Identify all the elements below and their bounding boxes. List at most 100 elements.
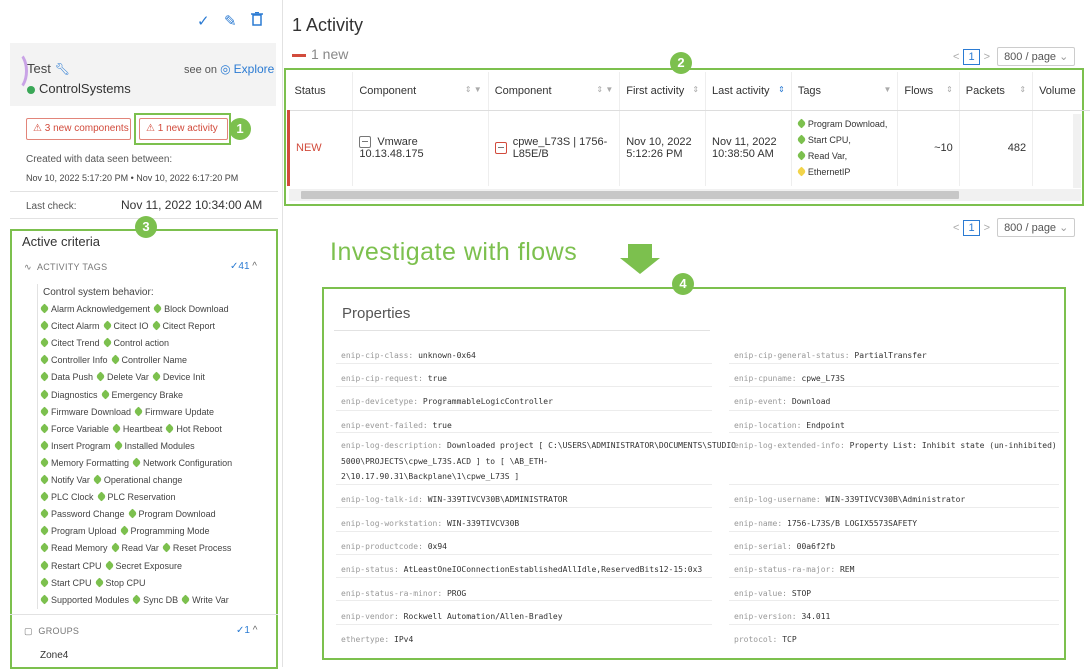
activity-tag[interactable]: Stop CPU xyxy=(96,578,146,588)
per-page-select[interactable]: 800 / page ⌄ xyxy=(997,218,1075,237)
component-cell[interactable]: Vmware 10.13.48.175 xyxy=(353,110,488,186)
activity-tag[interactable]: Force Variable xyxy=(41,424,109,434)
property-item: enip-log-username: WIN-339TIVCV30B\Admin… xyxy=(734,495,965,504)
scrollbar-thumb[interactable] xyxy=(301,191,959,199)
activity-tag[interactable]: Sync DB xyxy=(133,595,178,605)
prev-page-icon[interactable]: < xyxy=(953,222,959,234)
col-component[interactable]: Component⇕ ▼ xyxy=(488,72,620,110)
activity-tag[interactable]: Control action xyxy=(104,338,170,348)
activity-tag[interactable]: Alarm Acknowledgement xyxy=(41,304,150,314)
next-page-icon[interactable]: > xyxy=(984,51,990,63)
activity-tag[interactable]: Supported Modules xyxy=(41,595,129,605)
sort-icon[interactable]: ⇕ xyxy=(946,85,953,94)
page-title: 1 Activity xyxy=(292,15,363,36)
wrench-icon[interactable]: 🔧︎ xyxy=(55,62,70,76)
col-tags[interactable]: Tags▼ xyxy=(791,72,898,110)
page-number[interactable]: 1 xyxy=(963,220,979,236)
packets-cell: 482 xyxy=(959,110,1032,186)
groups-header[interactable]: ▢ GROUPS xyxy=(24,626,79,637)
group-name[interactable]: ControlSystems xyxy=(39,81,131,96)
divider xyxy=(10,191,278,192)
activity-tag[interactable]: Restart CPU xyxy=(41,561,102,571)
activity-tag[interactable]: Installed Modules xyxy=(115,441,195,451)
activity-tag[interactable]: Program Upload xyxy=(41,526,117,536)
activity-tag[interactable]: Data Push xyxy=(41,372,93,382)
groups-count[interactable]: ✓1 ^ xyxy=(236,625,257,636)
check-icon[interactable]: ✓ xyxy=(197,12,210,30)
sort-icon[interactable]: ⇕ xyxy=(778,85,785,94)
pager-top: <1 > 800 / page ⌄ xyxy=(953,47,1075,66)
activity-tag[interactable]: Reset Process xyxy=(163,543,232,553)
property-separator xyxy=(336,484,712,485)
activity-tag[interactable]: Program Download xyxy=(129,509,216,519)
activity-tag[interactable]: PLC Reservation xyxy=(98,492,176,502)
activity-tag[interactable]: PLC Clock xyxy=(41,492,94,502)
activity-tag[interactable]: Programming Mode xyxy=(121,526,210,536)
edit-icon[interactable]: ✎ xyxy=(224,12,237,30)
col-last-activity[interactable]: Last activity⇕ xyxy=(706,72,792,110)
property-item: enip-status: AtLeastOneIOConnectionEstab… xyxy=(341,565,702,574)
activity-tag[interactable]: Insert Program xyxy=(41,441,111,451)
activity-tag[interactable]: Controller Info xyxy=(41,355,108,365)
activity-tag[interactable]: Heartbeat xyxy=(113,424,163,434)
activity-tag[interactable]: Password Change xyxy=(41,509,125,519)
property-key: enip-cip-request: xyxy=(341,374,423,383)
activity-tag[interactable]: Block Download xyxy=(154,304,229,314)
activity-tag[interactable]: Write Var xyxy=(182,595,229,605)
activity-tag[interactable]: Start CPU xyxy=(41,578,92,588)
activity-tag[interactable]: Notify Var xyxy=(41,475,90,485)
activity-tag[interactable]: Citect Trend xyxy=(41,338,100,348)
col-packets[interactable]: Packets⇕ xyxy=(959,72,1032,110)
activity-tags-header[interactable]: ∿ ACTIVITY TAGS xyxy=(24,262,107,273)
horizontal-scrollbar[interactable] xyxy=(289,189,1081,201)
tag-item: Start CPU, xyxy=(798,135,851,145)
activity-tag[interactable]: Hot Reboot xyxy=(166,424,222,434)
activity-tag[interactable]: Secret Exposure xyxy=(106,561,183,571)
sort-filter-icon[interactable]: ⇕ ▼ xyxy=(596,85,613,94)
activity-tag[interactable]: Memory Formatting xyxy=(41,458,129,468)
activity-tag[interactable]: Operational change xyxy=(94,475,183,485)
chevron-up-icon[interactable]: ^ xyxy=(252,261,257,272)
col-status[interactable]: Status xyxy=(289,72,353,110)
activity-tag[interactable]: Citect Alarm xyxy=(41,321,100,331)
next-page-icon[interactable]: > xyxy=(984,222,990,234)
per-page-select[interactable]: 800 / page ⌄ xyxy=(997,47,1075,66)
property-value: IPv4 xyxy=(394,635,413,644)
activity-tag[interactable]: Read Memory xyxy=(41,543,108,553)
col-component[interactable]: Component⇕ ▼ xyxy=(353,72,488,110)
activity-tag[interactable]: Controller Name xyxy=(112,355,188,365)
col-flows[interactable]: Flows⇕ xyxy=(898,72,959,110)
table-row[interactable]: NEW Vmware 10.13.48.175 cpwe_L73S | 1756… xyxy=(289,110,1090,186)
property-item: enip-log-description: Downloaded project… xyxy=(341,441,736,450)
prev-page-icon[interactable]: < xyxy=(953,51,959,63)
page-number[interactable]: 1 xyxy=(963,49,979,65)
chevron-down-icon: ⌄ xyxy=(1059,222,1068,234)
vertical-scrollbar[interactable] xyxy=(1073,114,1081,188)
activity-tag[interactable]: Read Var xyxy=(112,543,159,553)
activity-tag[interactable]: Citect Report xyxy=(153,321,216,331)
sort-filter-icon[interactable]: ⇕ ▼ xyxy=(465,85,482,94)
filter-icon[interactable]: ▼ xyxy=(883,85,891,94)
activity-tag[interactable]: Diagnostics xyxy=(41,390,98,400)
col-first-activity[interactable]: First activity⇕ xyxy=(620,72,706,110)
chevron-up-icon[interactable]: ^ xyxy=(253,625,258,636)
col-volume[interactable]: Volume xyxy=(1033,72,1090,110)
groups-count-value: ✓1 xyxy=(236,625,250,636)
explore-link[interactable]: Explore xyxy=(234,62,275,76)
component-cell[interactable]: cpwe_L73S | 1756-L85E/B xyxy=(488,110,620,186)
sort-icon[interactable]: ⇕ xyxy=(1019,85,1026,94)
activity-tag[interactable]: Device Init xyxy=(153,372,205,382)
activity-tag[interactable]: Emergency Brake xyxy=(102,390,184,400)
new-components-button[interactable]: ⚠︎ 3 new components xyxy=(26,118,131,140)
activity-tag[interactable]: Firmware Update xyxy=(135,407,214,417)
explore-icon[interactable]: ◎ xyxy=(220,62,230,76)
activity-tags-count[interactable]: ✓41 ^ xyxy=(230,261,257,272)
group-item-zone[interactable]: Zone4 xyxy=(40,650,68,661)
activity-tag[interactable]: Firmware Download xyxy=(41,407,131,417)
activity-tag[interactable]: Delete Var xyxy=(97,372,149,382)
delete-icon[interactable] xyxy=(251,12,263,29)
sort-icon[interactable]: ⇕ xyxy=(692,85,699,94)
activity-tag[interactable]: Citect IO xyxy=(104,321,149,331)
property-separator xyxy=(729,531,1059,532)
activity-tag[interactable]: Network Configuration xyxy=(133,458,232,468)
